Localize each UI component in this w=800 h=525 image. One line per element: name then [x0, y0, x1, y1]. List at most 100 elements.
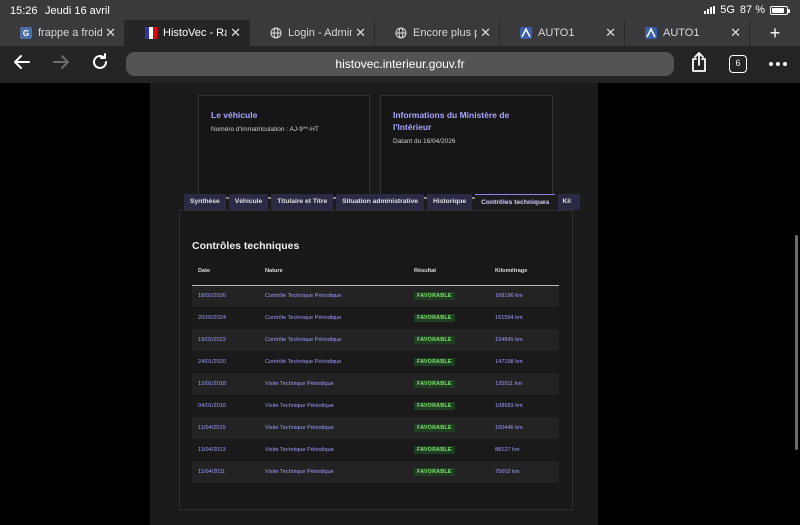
table-row: 19/02/2022 Contrôle Technique Périodique F… — [192, 329, 559, 351]
status-badge: FAVORABLE — [414, 402, 455, 410]
status-indicators: 5G 87 % — [704, 4, 790, 16]
browser-toolbar: histovec.interieur.gouv.fr 6 — [0, 46, 800, 83]
close-icon[interactable]: ✕ — [105, 25, 116, 41]
browser-tab-title: AUTO1 — [538, 27, 575, 39]
close-icon[interactable]: ✕ — [230, 25, 241, 41]
cell-date: 11/04/2015 — [192, 417, 259, 439]
new-tab-icon[interactable]: + — [750, 20, 800, 46]
battery-icon — [770, 5, 790, 15]
cell-km: 161594 km — [489, 307, 559, 329]
cell-nature: Visite Technique Périodique — [259, 395, 408, 417]
reload-icon[interactable] — [90, 52, 110, 78]
browser-tab-title: HistoVec - Rap — [163, 27, 227, 39]
section-title: Contrôles techniques — [192, 240, 300, 252]
table-row: 12/01/2018 Visite Technique Périodique FAV… — [192, 373, 559, 395]
table-row: 11/04/2013 Visite Technique Périodique FAV… — [192, 439, 559, 461]
close-icon[interactable]: ✕ — [355, 25, 366, 41]
more-icon[interactable] — [768, 54, 788, 80]
browser-tab[interactable]: Gfrappe a froid c✕ — [0, 20, 125, 46]
scrollbar[interactable] — [795, 235, 798, 450]
report-tab[interactable]: Kil — [558, 194, 581, 210]
status-badge: FAVORABLE — [414, 314, 455, 322]
favicon-icon — [645, 27, 657, 39]
browser-tab-title: Encore plus pu — [413, 27, 477, 39]
signal-icon — [704, 6, 716, 14]
ministry-card-text: Datant du 16/04/2026 — [393, 138, 456, 145]
browser-tab[interactable]: HistoVec - Rap✕ — [125, 20, 250, 46]
report-tab[interactable]: Synthèse — [184, 194, 226, 210]
cell-date: 20/02/2024 — [192, 307, 259, 329]
table-header-row: Date Nature Résultat Kilométrage — [192, 257, 559, 286]
back-icon[interactable] — [12, 52, 32, 78]
cell-km: 168196 km — [489, 285, 559, 307]
header-km: Kilométrage — [489, 257, 559, 286]
network-label: 5G — [720, 4, 735, 16]
browser-tab[interactable]: Encore plus pu✕ — [375, 20, 500, 46]
status-date: Jeudi 16 avril — [45, 5, 110, 17]
header-nature: Nature — [259, 257, 408, 286]
report-tabs: Synthèse Véhicule Titulaire et Titre Situat… — [184, 194, 581, 210]
cell-result: FAVORABLE — [408, 461, 489, 483]
table-row: 11/04/2015 Visite Technique Périodique FAV… — [192, 417, 559, 439]
favicon-icon — [520, 27, 532, 39]
report-tab[interactable]: Titulaire et Titre — [271, 194, 334, 210]
table-row: 18/02/2026 Contrôle Technique Périodique F… — [192, 285, 559, 307]
status-badge: FAVORABLE — [414, 446, 455, 454]
cell-result: FAVORABLE — [408, 439, 489, 461]
cell-date: 18/02/2026 — [192, 285, 259, 307]
cell-km: 108683 km — [489, 395, 559, 417]
ministry-card-title: Informations du Ministère de l'Intérieur — [393, 110, 510, 132]
cell-km: 147198 km — [489, 351, 559, 373]
cell-km: 125911 km — [489, 373, 559, 395]
cell-nature: Visite Technique Périodique — [259, 439, 408, 461]
header-result: Résultat — [408, 257, 489, 286]
browser-tab[interactable]: Login - Admin ✕ — [250, 20, 375, 46]
tab-count-button[interactable]: 6 — [729, 55, 747, 73]
table-row: 20/02/2024 Contrôle Technique Périodique F… — [192, 307, 559, 329]
cell-result: FAVORABLE — [408, 307, 489, 329]
cell-nature: Contrôle Technique Périodique — [259, 351, 408, 373]
browser-tab[interactable]: AUTO1 ✕ — [500, 20, 625, 46]
browser-tab-title: frappe a froid c — [38, 27, 102, 39]
status-badge: FAVORABLE — [414, 380, 455, 388]
report-tab[interactable]: Contrôles techniques — [475, 194, 556, 210]
inspections-table: Date Nature Résultat Kilométrage 18/02/2… — [192, 257, 559, 483]
technical-inspections-panel: Contrôles techniques Date Nature Résulta… — [179, 210, 573, 510]
browser-tab[interactable]: AUTO1 ✕ — [625, 20, 750, 46]
cell-result: FAVORABLE — [408, 351, 489, 373]
cell-km: 88127 km — [489, 439, 559, 461]
globe-icon — [270, 27, 282, 39]
ministry-card: Informations du Ministère de l'Intérieur… — [380, 95, 553, 199]
vehicle-card-title: Le véhicule — [211, 110, 258, 120]
cell-nature: Contrôle Technique Périodique — [259, 329, 408, 351]
header-date: Date — [192, 257, 259, 286]
status-badge: FAVORABLE — [414, 468, 455, 476]
cell-nature: Contrôle Technique Périodique — [259, 307, 408, 329]
report-tab[interactable]: Situation administrative — [336, 194, 425, 210]
cell-result: FAVORABLE — [408, 329, 489, 351]
table-row: 04/01/2016 Visite Technique Périodique FAV… — [192, 395, 559, 417]
status-badge: FAVORABLE — [414, 336, 455, 344]
cell-nature: Visite Technique Périodique — [259, 373, 408, 395]
cell-date: 24/01/2020 — [192, 351, 259, 373]
report-tab[interactable]: Véhicule — [228, 194, 269, 210]
forward-icon[interactable] — [51, 52, 71, 78]
address-bar[interactable]: histovec.interieur.gouv.fr — [126, 52, 674, 76]
cell-date: 11/04/2013 — [192, 439, 259, 461]
report-tab[interactable]: Historique — [427, 194, 473, 210]
status-badge: FAVORABLE — [414, 292, 455, 301]
cell-km: 100446 km — [489, 417, 559, 439]
status-badge: FAVORABLE — [414, 358, 455, 366]
table-row: 24/01/2020 Contrôle Technique Périodique F… — [192, 351, 559, 373]
cell-result: FAVORABLE — [408, 417, 489, 439]
browser-tab-bar: Gfrappe a froid c✕HistoVec - Rap✕Login -… — [0, 20, 800, 46]
close-icon[interactable]: ✕ — [730, 25, 741, 41]
battery-label: 87 % — [739, 4, 765, 16]
favicon-icon — [145, 27, 157, 39]
close-icon[interactable]: ✕ — [480, 25, 491, 41]
share-icon[interactable] — [690, 51, 708, 79]
close-icon[interactable]: ✕ — [605, 25, 616, 41]
table-row: 11/04/2011 Visite Technique Périodique FAV… — [192, 461, 559, 483]
cell-result: FAVORABLE — [408, 395, 489, 417]
cell-date: 11/04/2011 — [192, 461, 259, 483]
